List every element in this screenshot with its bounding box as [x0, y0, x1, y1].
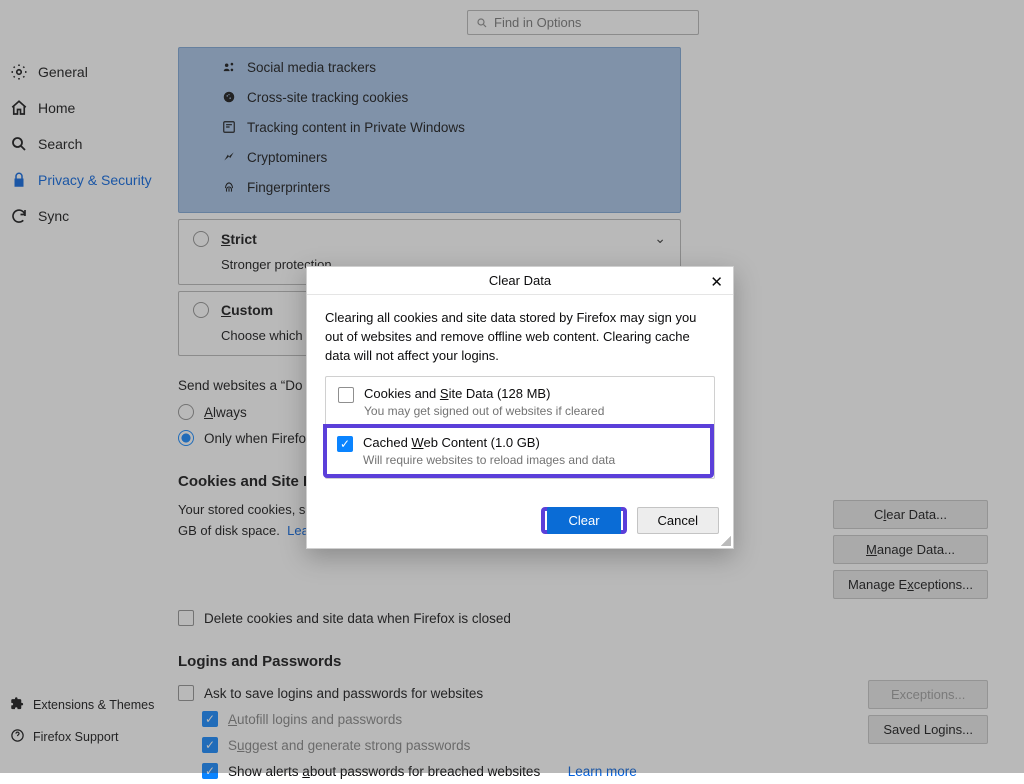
- close-icon[interactable]: ✕: [710, 273, 723, 291]
- clear-button[interactable]: Clear: [547, 507, 620, 534]
- clear-data-dialog: Clear Data ✕ Clearing all cookies and si…: [306, 266, 734, 549]
- dialog-title: Clear Data: [489, 273, 551, 288]
- cache-checkbox[interactable]: ✓: [337, 436, 353, 452]
- cancel-button[interactable]: Cancel: [637, 507, 719, 534]
- option-cookies[interactable]: Cookies and Site Data (128 MB) You may g…: [326, 377, 714, 427]
- resize-grip[interactable]: [721, 536, 731, 546]
- cookies-checkbox[interactable]: [338, 387, 354, 403]
- dialog-description: Clearing all cookies and site data store…: [325, 309, 715, 366]
- option-cache[interactable]: ✓ Cached Web Content (1.0 GB) Will requi…: [327, 428, 710, 474]
